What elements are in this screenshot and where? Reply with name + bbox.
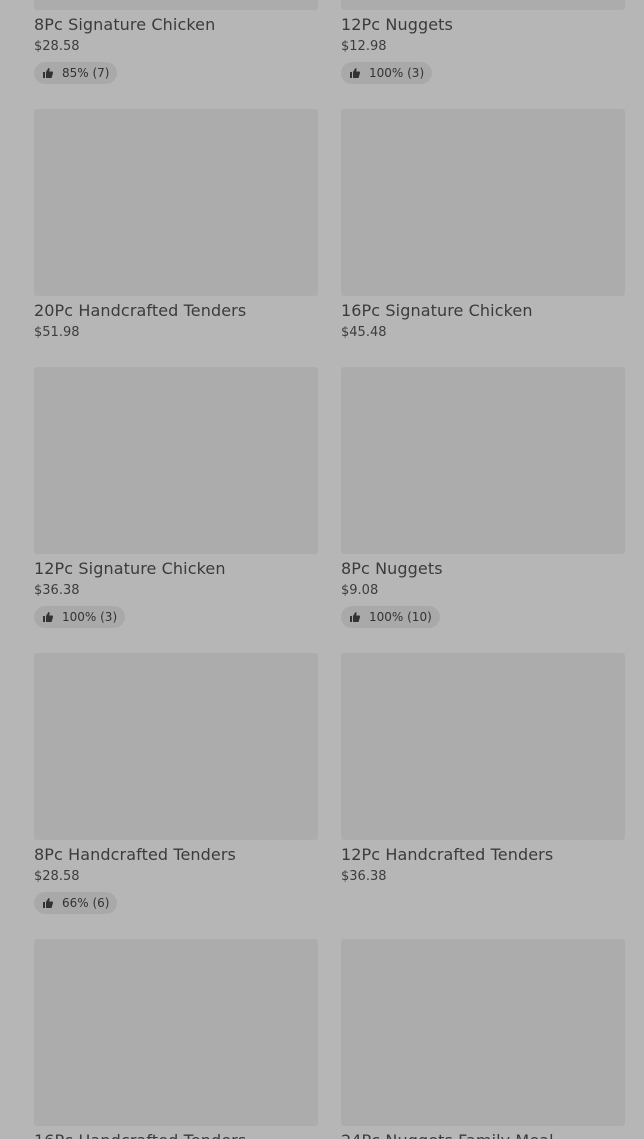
menu-item-price: $51.98 [34, 325, 80, 340]
rating-badge: 100% (3) [34, 606, 126, 628]
thumbs-up-icon [349, 611, 361, 623]
menu-item-image[interactable] [34, 109, 318, 296]
menu-item-title[interactable]: 12Pc Nuggets [341, 15, 453, 34]
rating-text: 100% (3) [369, 66, 425, 80]
menu-item-title[interactable]: 16Pc Handcrafted Tenders [34, 1131, 246, 1139]
menu-item-price: $36.38 [34, 583, 80, 598]
rating-badge: 85% (7) [34, 62, 118, 84]
menu-item-title[interactable]: 12Pc Handcrafted Tenders [341, 845, 553, 864]
menu-item-title[interactable]: 24Pc Nuggets Family Meal [341, 1131, 554, 1139]
thumbs-up-icon [349, 67, 361, 79]
menu-item-price: $9.08 [341, 583, 379, 598]
menu-item-card[interactable]: 8Pc Signature Chicken $28.58 85% (7) [34, 0, 318, 90]
menu-item-title[interactable]: 8Pc Signature Chicken [34, 15, 215, 34]
rating-badge: 100% (3) [341, 62, 433, 84]
rating-text: 85% (7) [62, 66, 110, 80]
thumbs-up-icon [42, 897, 54, 909]
menu-item-image[interactable] [341, 0, 625, 10]
menu-item-image[interactable] [34, 939, 318, 1126]
menu-item-image[interactable] [341, 653, 625, 840]
menu-item-card[interactable]: 12Pc Handcrafted Tenders $36.38 [341, 653, 625, 893]
rating-text: 100% (3) [62, 610, 118, 624]
menu-item-price: $36.38 [341, 869, 387, 884]
menu-item-card[interactable]: 16Pc Signature Chicken $45.48 [341, 109, 625, 349]
menu-item-image[interactable] [34, 653, 318, 840]
menu-item-title[interactable]: 12Pc Signature Chicken [34, 559, 226, 578]
menu-item-card[interactable]: 16Pc Handcrafted Tenders [34, 939, 318, 1139]
menu-item-card[interactable]: 12Pc Signature Chicken $36.38 100% (3) [34, 367, 318, 632]
menu-item-card[interactable]: 8Pc Nuggets $9.08 100% (10) [341, 367, 625, 632]
menu-item-image[interactable] [341, 109, 625, 296]
menu-item-price: $12.98 [341, 39, 387, 54]
menu-item-image[interactable] [34, 0, 318, 10]
menu-item-card[interactable]: 24Pc Nuggets Family Meal [341, 939, 625, 1139]
menu-item-price: $28.58 [34, 39, 80, 54]
menu-item-price: $45.48 [341, 325, 387, 340]
menu-item-image[interactable] [341, 367, 625, 554]
menu-items-grid: 8Pc Signature Chicken $28.58 85% (7) 12P… [0, 0, 644, 1139]
menu-item-image[interactable] [34, 367, 318, 554]
menu-item-price: $28.58 [34, 869, 80, 884]
menu-item-card[interactable]: 12Pc Nuggets $12.98 100% (3) [341, 0, 625, 90]
rating-badge: 66% (6) [34, 892, 118, 914]
menu-item-title[interactable]: 8Pc Nuggets [341, 559, 443, 578]
menu-item-title[interactable]: 20Pc Handcrafted Tenders [34, 301, 246, 320]
menu-item-title[interactable]: 16Pc Signature Chicken [341, 301, 533, 320]
thumbs-up-icon [42, 67, 54, 79]
menu-item-image[interactable] [341, 939, 625, 1126]
rating-text: 66% (6) [62, 896, 110, 910]
rating-badge: 100% (10) [341, 606, 440, 628]
menu-item-card[interactable]: 20Pc Handcrafted Tenders $51.98 [34, 109, 318, 349]
rating-text: 100% (10) [369, 610, 432, 624]
menu-item-card[interactable]: 8Pc Handcrafted Tenders $28.58 66% (6) [34, 653, 318, 918]
menu-item-title[interactable]: 8Pc Handcrafted Tenders [34, 845, 236, 864]
thumbs-up-icon [42, 611, 54, 623]
